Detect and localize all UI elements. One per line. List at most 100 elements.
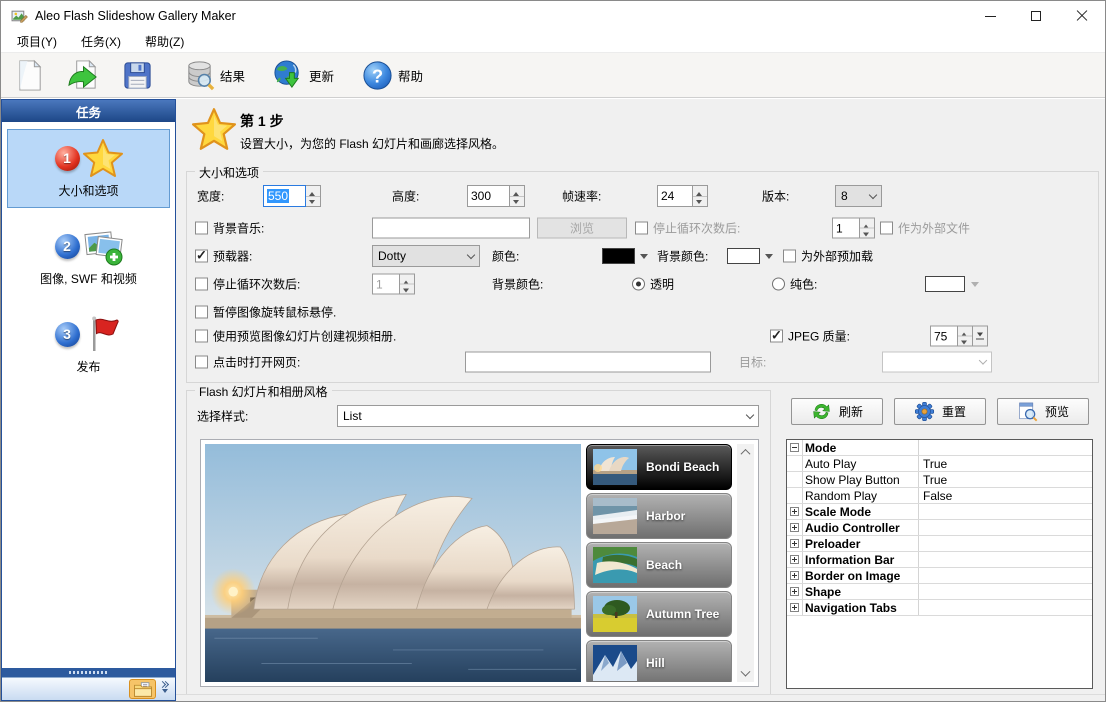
update-button[interactable]: 更新: [266, 56, 340, 95]
jpeg-quality-input[interactable]: 75: [930, 326, 958, 347]
framerate-spin-up[interactable]: [693, 186, 707, 196]
preload-external-checkbox[interactable]: [783, 250, 796, 263]
bg-music-input[interactable]: [372, 218, 530, 239]
minimize-button[interactable]: [967, 1, 1013, 31]
as-external-file-checkbox[interactable]: [880, 222, 893, 235]
expand-icon[interactable]: [790, 539, 799, 548]
property-category-row[interactable]: Audio Controller: [787, 520, 1092, 536]
thumbnail-hill[interactable]: Hill: [586, 640, 732, 682]
preloader-checkbox[interactable]: [195, 250, 208, 263]
sidebar-item-size-options[interactable]: 1 大小和选项: [7, 129, 170, 208]
preloader-label: 预载器:: [213, 248, 252, 265]
results-button[interactable]: 结果: [177, 56, 251, 95]
property-category-row[interactable]: Preloader: [787, 536, 1092, 552]
pause-on-hover-checkbox[interactable]: [195, 306, 208, 319]
framerate-spin-down[interactable]: [693, 196, 707, 207]
save-button[interactable]: [115, 56, 160, 95]
width-spin-down[interactable]: [306, 196, 320, 207]
stop-loop-spin-up[interactable]: [400, 275, 414, 284]
refresh-button[interactable]: 刷新: [791, 398, 883, 425]
property-category-row[interactable]: Shape: [787, 584, 1092, 600]
thumbnail-harbor[interactable]: Harbor: [586, 493, 732, 539]
maximize-button[interactable]: [1013, 1, 1059, 31]
open-url-input[interactable]: [465, 352, 711, 373]
music-loop-input[interactable]: 1: [832, 218, 860, 239]
close-button[interactable]: [1059, 1, 1105, 31]
music-loop-spin-up[interactable]: [860, 219, 874, 228]
sidebar-item-images-swf-video[interactable]: 2 图像, SWF 和视频: [7, 217, 170, 296]
preview-button[interactable]: 预览: [997, 398, 1089, 425]
expand-icon[interactable]: [790, 587, 799, 596]
property-row[interactable]: Show Play ButtonTrue: [787, 472, 1092, 488]
solid-color-dropdown[interactable]: [967, 276, 983, 292]
thumbnail-bondi-beach[interactable]: Bondi Beach: [586, 444, 732, 490]
preloader-bg-dropdown[interactable]: [761, 248, 777, 264]
music-loop-spin-down[interactable]: [860, 228, 874, 238]
property-category-row[interactable]: Border on Image: [787, 568, 1092, 584]
preloader-select[interactable]: Dotty: [372, 245, 480, 267]
export-icon: [67, 59, 100, 92]
transparent-label: 透明: [650, 276, 674, 293]
target-select[interactable]: [882, 352, 992, 373]
thumbnail-scrollbar[interactable]: [737, 444, 754, 682]
collapse-icon[interactable]: [790, 443, 799, 452]
property-category-row[interactable]: Scale Mode: [787, 504, 1092, 520]
property-row[interactable]: Auto PlayTrue: [787, 456, 1092, 472]
stop-loop-checkbox[interactable]: [195, 278, 208, 291]
thumbnail-autumn-tree[interactable]: Autumn Tree: [586, 591, 732, 637]
transparent-radio[interactable]: [632, 278, 645, 291]
video-album-checkbox[interactable]: [195, 330, 208, 343]
stop-loop-spin-down[interactable]: [400, 284, 414, 294]
as-external-file-label: 作为外部文件: [898, 220, 970, 237]
preloader-color-swatch[interactable]: [602, 248, 635, 264]
property-row[interactable]: Random PlayFalse: [787, 488, 1092, 504]
open-url-checkbox[interactable]: [195, 356, 208, 369]
solid-color-radio[interactable]: [772, 278, 785, 291]
menu-project[interactable]: 项目(Y): [5, 31, 69, 52]
browse-button[interactable]: 浏览: [537, 218, 627, 239]
jpeg-spin-down[interactable]: [958, 336, 972, 346]
thumbnail-label: Beach: [646, 558, 682, 572]
menu-help[interactable]: 帮助(Z): [133, 31, 196, 52]
style-select[interactable]: List: [337, 405, 759, 427]
reset-button[interactable]: 重置: [894, 398, 986, 425]
sidebar-item-label: 图像, SWF 和视频: [8, 270, 169, 287]
export-button[interactable]: [61, 56, 106, 95]
jpeg-spin-up[interactable]: [958, 327, 972, 336]
version-select[interactable]: 8: [835, 185, 882, 207]
sidebar-item-publish[interactable]: 3 发布: [7, 305, 170, 384]
thumbnail-beach[interactable]: Beach: [586, 542, 732, 588]
property-category-row[interactable]: Mode: [787, 440, 1092, 456]
panel-options-button[interactable]: [162, 682, 168, 696]
property-category-row[interactable]: Information Bar: [787, 552, 1092, 568]
expand-icon[interactable]: [790, 603, 799, 612]
music-loop-stepper: 1: [832, 218, 875, 239]
width-spin-up[interactable]: [306, 186, 320, 196]
size-options-group: 大小和选项 宽度: 550 高度: 300 帧速率: 24: [186, 171, 1099, 383]
framerate-input[interactable]: 24: [657, 185, 693, 207]
menu-tasks[interactable]: 任务(X): [69, 31, 133, 52]
preloader-bg-swatch[interactable]: [727, 248, 760, 264]
expand-icon[interactable]: [790, 507, 799, 516]
jpeg-default-dropdown[interactable]: [973, 326, 988, 347]
panel-splitter[interactable]: [2, 668, 175, 677]
expand-icon[interactable]: [790, 523, 799, 532]
height-spin-down[interactable]: [510, 196, 524, 207]
music-stop-loop-checkbox[interactable]: [635, 222, 648, 235]
expand-icon[interactable]: [790, 571, 799, 580]
folder-view-button[interactable]: [129, 679, 156, 699]
help-button[interactable]: ? 帮助: [355, 56, 429, 95]
new-project-button[interactable]: [7, 56, 52, 95]
jpeg-quality-checkbox[interactable]: [770, 330, 783, 343]
solid-color-swatch[interactable]: [925, 276, 965, 292]
height-input[interactable]: 300: [467, 185, 510, 207]
expand-icon[interactable]: [790, 555, 799, 564]
height-spin-up[interactable]: [510, 186, 524, 196]
preloader-color-dropdown[interactable]: [636, 248, 652, 264]
stop-loop-input[interactable]: 1: [372, 274, 400, 295]
bg-music-checkbox[interactable]: [195, 222, 208, 235]
property-category-row[interactable]: Navigation Tabs: [787, 600, 1092, 616]
scroll-up-button[interactable]: [737, 444, 754, 460]
scroll-down-button[interactable]: [737, 666, 754, 682]
width-input[interactable]: 550: [263, 185, 306, 207]
